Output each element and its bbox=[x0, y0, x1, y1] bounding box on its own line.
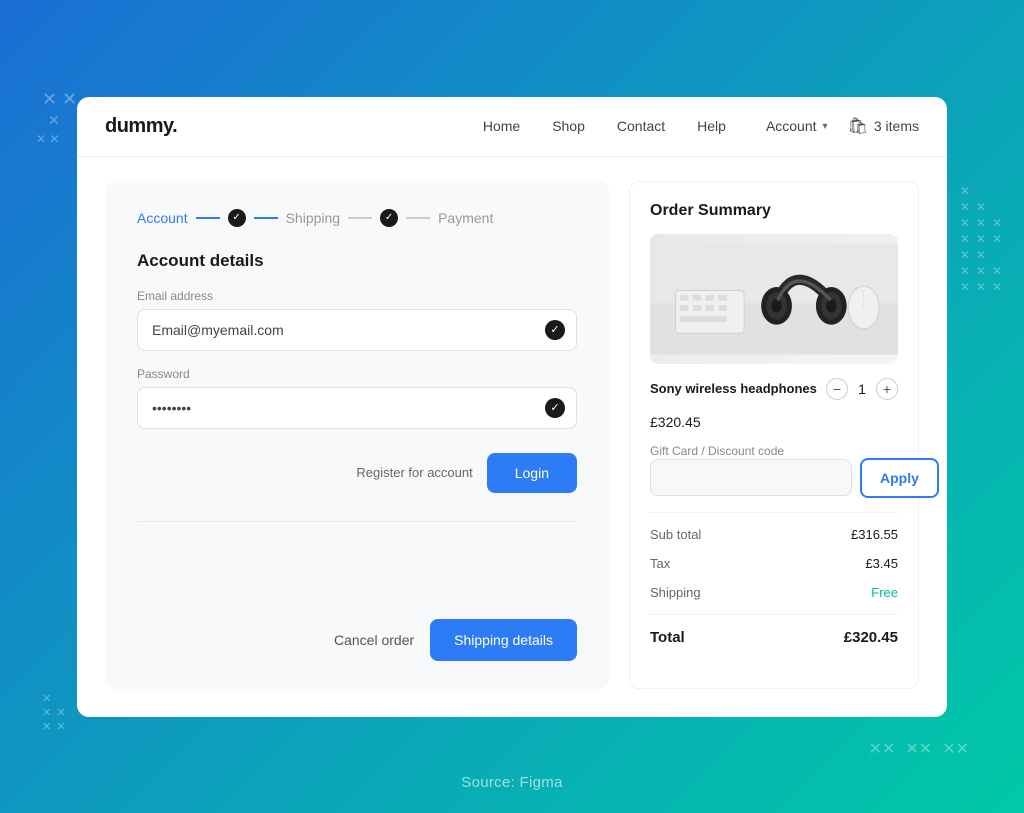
quantity-decrease-button[interactable]: − bbox=[826, 378, 848, 400]
discount-input[interactable] bbox=[650, 459, 852, 496]
account-button[interactable]: Account ▾ bbox=[766, 118, 828, 134]
total-value: £320.45 bbox=[844, 629, 898, 646]
step-line-4 bbox=[406, 217, 430, 219]
summary-divider-2 bbox=[650, 614, 898, 615]
total-label: Total bbox=[650, 629, 685, 646]
step-shipping-label: Shipping bbox=[286, 210, 341, 226]
discount-row: Apply bbox=[650, 458, 898, 498]
order-summary-title: Order Summary bbox=[650, 202, 898, 220]
chevron-down-icon: ▾ bbox=[823, 121, 828, 132]
login-button[interactable]: Login bbox=[487, 453, 577, 493]
cart-button[interactable]: 🛍 3 items bbox=[848, 116, 919, 136]
subtotal-value: £316.55 bbox=[851, 527, 898, 542]
total-row: Total £320.45 bbox=[650, 629, 898, 646]
shipping-label: Shipping bbox=[650, 585, 701, 600]
email-wrapper: ✓ bbox=[137, 309, 577, 351]
password-check-icon: ✓ bbox=[545, 398, 565, 418]
form-divider bbox=[137, 521, 577, 522]
quantity-value: 1 bbox=[856, 381, 868, 397]
discount-label: Gift Card / Discount code bbox=[650, 444, 898, 458]
form-actions: Register for account Login bbox=[137, 453, 577, 493]
quantity-increase-button[interactable]: + bbox=[876, 378, 898, 400]
cancel-order-button[interactable]: Cancel order bbox=[334, 632, 414, 648]
shipping-details-button[interactable]: Shipping details bbox=[430, 619, 577, 661]
step-line-2 bbox=[254, 217, 278, 219]
tax-label: Tax bbox=[650, 556, 670, 571]
step-payment-label: Payment bbox=[438, 210, 493, 226]
navbar: dummy. Home Shop Contact Help Account ▾ … bbox=[77, 97, 947, 157]
step-check-2: ✓ bbox=[380, 209, 398, 227]
step-line-3 bbox=[348, 217, 372, 219]
left-panel: Account ✓ Shipping ✓ Payment Account det… bbox=[105, 181, 609, 689]
nav-contact[interactable]: Contact bbox=[617, 118, 665, 134]
product-price: £320.45 bbox=[650, 414, 898, 430]
order-summary-panel: Order Summary bbox=[629, 181, 919, 689]
nav-right: Account ▾ 🛍 3 items bbox=[766, 116, 919, 136]
content-area: Account ✓ Shipping ✓ Payment Account det… bbox=[77, 157, 947, 717]
stepper: Account ✓ Shipping ✓ Payment bbox=[137, 209, 577, 227]
email-input[interactable] bbox=[137, 309, 577, 351]
summary-divider-1 bbox=[650, 512, 898, 513]
bottom-actions: Cancel order Shipping details bbox=[137, 619, 577, 661]
password-label: Password bbox=[137, 367, 577, 381]
step-check-1: ✓ bbox=[228, 209, 246, 227]
nav-help[interactable]: Help bbox=[697, 118, 726, 134]
quantity-control: − 1 + bbox=[826, 378, 898, 400]
main-card: dummy. Home Shop Contact Help Account ▾ … bbox=[77, 97, 947, 717]
password-input[interactable] bbox=[137, 387, 577, 429]
source-label: Source: Figma bbox=[461, 774, 562, 791]
product-name: Sony wireless headphones bbox=[650, 381, 818, 396]
password-wrapper: ✓ bbox=[137, 387, 577, 429]
discount-section: Gift Card / Discount code Apply bbox=[650, 444, 898, 498]
product-image bbox=[650, 234, 898, 364]
subtotal-label: Sub total bbox=[650, 527, 701, 542]
shipping-row: Shipping Free bbox=[650, 585, 898, 600]
email-check-icon: ✓ bbox=[545, 320, 565, 340]
product-row: Sony wireless headphones − 1 + bbox=[650, 378, 898, 400]
email-label: Email address bbox=[137, 289, 577, 303]
shipping-value: Free bbox=[871, 585, 898, 600]
register-link[interactable]: Register for account bbox=[356, 465, 472, 480]
nav-home[interactable]: Home bbox=[483, 118, 520, 134]
nav-links: Home Shop Contact Help bbox=[483, 118, 726, 134]
subtotal-row: Sub total £316.55 bbox=[650, 527, 898, 542]
step-account-label: Account bbox=[137, 210, 188, 226]
logo: dummy. bbox=[105, 115, 177, 138]
section-title: Account details bbox=[137, 251, 577, 271]
nav-shop[interactable]: Shop bbox=[552, 118, 585, 134]
tax-value: £3.45 bbox=[865, 556, 898, 571]
step-line-1 bbox=[196, 217, 220, 219]
apply-button[interactable]: Apply bbox=[860, 458, 939, 498]
tax-row: Tax £3.45 bbox=[650, 556, 898, 571]
cart-icon: 🛍 bbox=[848, 116, 868, 136]
